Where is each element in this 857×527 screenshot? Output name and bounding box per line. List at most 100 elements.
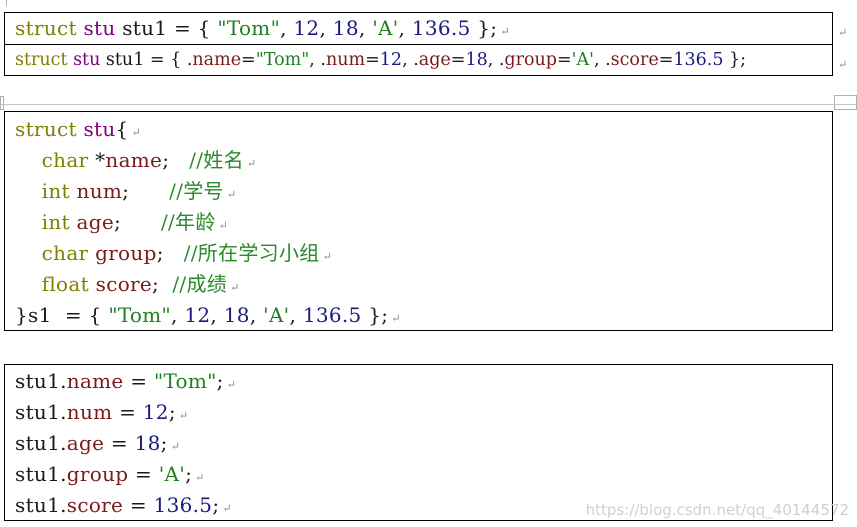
code-line: char *name; //姓名 ↵ [15, 148, 257, 176]
code-line: stu1.name = "Tom"; ↵ [15, 369, 236, 397]
literal-number: 12 [142, 400, 169, 424]
member-name: score [66, 493, 124, 517]
code-line: struct stu stu1 = { "Tom", 12, 18, 'A', … [15, 16, 510, 44]
code-text: = [241, 50, 256, 70]
code-line: float score; //成绩 ↵ [15, 272, 240, 300]
code-text: }; [723, 50, 747, 70]
code-text: stu1 = { [115, 16, 218, 40]
literal-number: 136.5 [302, 303, 362, 327]
member-name: num [325, 50, 366, 70]
return-mark: ↵ [222, 502, 232, 515]
type-keyword: int [41, 179, 70, 203]
code-text: ; [156, 241, 184, 265]
designated-initializer-row: struct stu stu1 = { .name="Tom", .num=12… [5, 45, 832, 75]
comment: //学号 [169, 179, 224, 203]
positional-initializer-row: struct stu stu1 = { "Tom", 12, 18, 'A', … [5, 13, 832, 45]
literal-number: 12 [379, 50, 403, 70]
return-mark: ↵ [246, 157, 257, 170]
type-keyword: int [41, 210, 70, 234]
code-text: ; [162, 148, 190, 172]
comment: //姓名 [189, 148, 244, 172]
code-text: , [210, 303, 224, 327]
type-keyword: char [41, 148, 89, 172]
return-mark: ↵ [838, 26, 848, 39]
member-name: name [105, 148, 163, 172]
struct-definition-block: struct stu{↵ char *name; //姓名 ↵ int num; … [4, 111, 833, 331]
literal-number: 18 [223, 303, 250, 327]
code-text: , [398, 16, 412, 40]
member-name: group [66, 462, 129, 486]
code-line: int age; //年龄 ↵ [15, 210, 228, 238]
code-text: stu1. [15, 462, 67, 486]
code-text: ; [212, 493, 220, 517]
code-text: , . [309, 50, 326, 70]
code-text: ; [160, 431, 168, 455]
literal-string: 'A' [372, 16, 399, 40]
code-text: stu1 = { . [100, 50, 193, 70]
code-text: , [319, 16, 333, 40]
return-mark: ↵ [131, 126, 142, 139]
return-mark: ↵ [226, 188, 237, 201]
literal-number: 136.5 [673, 50, 724, 70]
return-mark: ↵ [838, 58, 848, 71]
code-text: = [128, 462, 159, 486]
code-text: stu1. [15, 493, 67, 517]
code-text: = [123, 369, 154, 393]
type-keyword: float [41, 272, 89, 296]
literal-number: 12 [184, 303, 211, 327]
code-text: { [115, 117, 129, 141]
literal-string: 'A' [263, 303, 290, 327]
code-line: char group; //所在学习小组 ↵ [15, 241, 332, 269]
type-keyword: struct [15, 16, 77, 40]
type-keyword: struct [15, 50, 68, 70]
margin-marker [6, 0, 7, 6]
member-name: group [95, 241, 157, 265]
code-text: , [171, 303, 185, 327]
member-name: score [95, 272, 153, 296]
comment: //年龄 [160, 210, 216, 234]
code-text: ; [185, 462, 193, 486]
member-name: age [418, 50, 451, 70]
comment: //所在学习小组 [183, 241, 320, 265]
struct-tag: stu [83, 16, 116, 40]
code-text: }s1 = { [15, 303, 109, 327]
code-text: , . [402, 50, 419, 70]
return-mark: ↵ [230, 281, 240, 294]
comment: //成绩 [172, 272, 228, 296]
code-line: stu1.age = 18; ↵ [15, 431, 180, 459]
code-line: struct stu stu1 = { .name="Tom", .num=12… [15, 48, 746, 72]
literal-string: "Tom" [255, 50, 310, 70]
page-corner-marker [834, 95, 857, 110]
member-name: num [76, 179, 123, 203]
code-text: = [112, 400, 143, 424]
literal-string: 'A' [571, 50, 594, 70]
return-mark: ↵ [195, 471, 205, 484]
return-mark: ↵ [170, 440, 181, 453]
code-text: = [123, 493, 154, 517]
member-name: age [76, 210, 114, 234]
page-divider [0, 104, 857, 105]
member-name: age [66, 431, 105, 455]
code-text: }; [361, 303, 389, 327]
return-mark: ↵ [226, 378, 237, 391]
code-text: }; [470, 16, 498, 40]
literal-number: 18 [465, 50, 488, 70]
literal-string: 'A' [158, 462, 186, 486]
return-mark: ↵ [322, 250, 333, 263]
code-text: stu1. [15, 400, 67, 424]
literal-number: 18 [332, 16, 359, 40]
member-name: num [66, 400, 113, 424]
type-keyword: struct [15, 117, 77, 141]
code-text: , . [487, 50, 505, 70]
return-mark: ↵ [500, 25, 510, 38]
code-text: ; [122, 179, 170, 203]
code-line: int num; //学号 ↵ [15, 179, 236, 207]
literal-number: 136.5 [411, 16, 471, 40]
